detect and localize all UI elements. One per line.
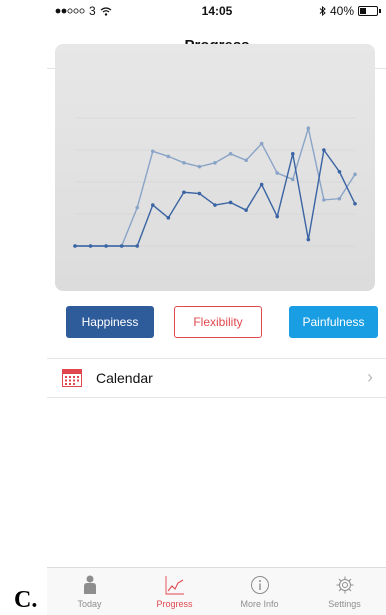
metric-buttons: Happiness Flexibility Painfulness bbox=[47, 306, 386, 338]
data-point bbox=[104, 244, 108, 248]
flexibility-button[interactable]: Flexibility bbox=[174, 306, 262, 338]
data-point bbox=[275, 171, 280, 175]
calendar-label: Calendar bbox=[96, 370, 153, 386]
tab-more-info[interactable]: More Info bbox=[217, 568, 302, 615]
data-point bbox=[259, 141, 264, 146]
data-point bbox=[322, 148, 326, 152]
gear-icon bbox=[336, 576, 353, 594]
tab-label: Today bbox=[77, 599, 102, 609]
data-point bbox=[337, 196, 342, 201]
tab-bar: Today Progress More Info Settings bbox=[47, 567, 386, 615]
data-point bbox=[337, 169, 342, 174]
data-point bbox=[228, 152, 233, 156]
progress-chart-icon bbox=[165, 576, 184, 595]
data-point bbox=[322, 198, 326, 202]
info-icon bbox=[250, 576, 269, 594]
calendar-row[interactable]: Calendar › bbox=[47, 358, 386, 398]
figure-label: C. bbox=[14, 587, 38, 613]
signal-group: 3 bbox=[55, 4, 112, 18]
phone-screen: 3 14:05 40% Progress Happiness Flexibili… bbox=[47, 0, 386, 615]
bluetooth-icon bbox=[319, 6, 326, 16]
data-point bbox=[197, 164, 202, 169]
tab-label: Progress bbox=[156, 599, 193, 609]
data-point bbox=[228, 200, 233, 205]
data-point bbox=[244, 208, 248, 212]
painfulness-button[interactable]: Painfulness bbox=[289, 306, 378, 338]
tab-label: Settings bbox=[328, 599, 361, 609]
data-point bbox=[353, 172, 357, 177]
status-bar: 3 14:05 40% bbox=[47, 0, 386, 22]
data-point bbox=[275, 214, 280, 219]
data-point bbox=[119, 244, 124, 248]
data-point bbox=[88, 244, 93, 248]
data-point bbox=[290, 152, 295, 156]
person-icon bbox=[83, 575, 96, 594]
tab-settings[interactable]: Settings bbox=[302, 568, 386, 615]
data-point bbox=[166, 216, 171, 220]
data-point bbox=[197, 191, 202, 196]
chevron-right-icon: › bbox=[367, 367, 373, 387]
data-point bbox=[353, 201, 357, 206]
data-point bbox=[244, 158, 248, 163]
line-chart bbox=[73, 117, 357, 248]
tab-today[interactable]: Today bbox=[47, 568, 132, 615]
tab-progress[interactable]: Progress bbox=[132, 568, 217, 615]
data-point bbox=[306, 126, 311, 131]
carrier-label: 3 bbox=[89, 4, 96, 18]
happiness-button[interactable]: Happiness bbox=[66, 306, 154, 338]
wifi-icon bbox=[100, 6, 112, 16]
data-point bbox=[259, 182, 264, 187]
data-point bbox=[73, 244, 77, 248]
data-point bbox=[150, 149, 155, 154]
data-point bbox=[135, 205, 140, 210]
data-point bbox=[182, 161, 186, 165]
data-point bbox=[213, 203, 217, 207]
data-point bbox=[166, 154, 171, 159]
battery-icon bbox=[358, 6, 378, 16]
signal-dots-icon bbox=[55, 8, 85, 14]
series-line-1 bbox=[75, 125, 356, 247]
battery-percent: 40% bbox=[329, 4, 354, 18]
calendar-icon bbox=[62, 369, 82, 387]
data-point bbox=[182, 190, 186, 195]
tab-label: More Info bbox=[240, 599, 279, 609]
data-point bbox=[306, 237, 311, 242]
data-point bbox=[150, 203, 155, 207]
status-right: 40% bbox=[319, 4, 381, 18]
data-point bbox=[290, 177, 295, 182]
data-point bbox=[213, 161, 217, 165]
progress-chart bbox=[55, 44, 375, 291]
data-point bbox=[135, 244, 140, 248]
